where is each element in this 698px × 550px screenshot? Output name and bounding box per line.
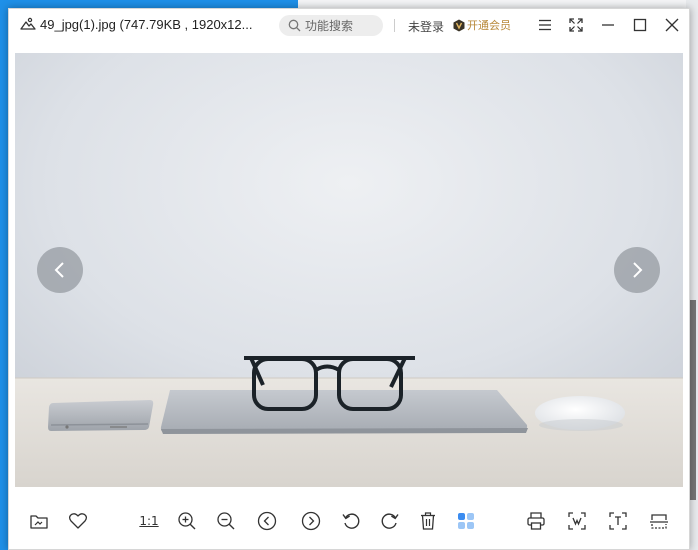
scan-button[interactable] <box>647 509 671 533</box>
actual-size-button[interactable]: 1:1 <box>137 509 161 533</box>
print-button[interactable] <box>524 509 548 533</box>
minimize-button[interactable] <box>597 15 619 35</box>
title-divider <box>394 19 395 32</box>
previous-button[interactable] <box>255 509 279 533</box>
ocr-button[interactable] <box>606 509 630 533</box>
fullscreen-button[interactable] <box>565 15 587 35</box>
crop-button[interactable] <box>565 509 589 533</box>
delete-icon <box>421 512 435 530</box>
crop-icon <box>568 512 586 530</box>
favorite-button[interactable] <box>66 509 90 533</box>
rotate-left-icon <box>342 513 360 529</box>
menu-button[interactable] <box>534 15 556 35</box>
rotate-left-button[interactable] <box>339 509 363 533</box>
prev-arrow-icon <box>54 262 64 278</box>
window-title: 49_jpg(1).jpg (747.79KB , 1920x12... <box>40 17 253 32</box>
scan-icon <box>650 514 668 529</box>
login-link[interactable]: 未登录 <box>408 18 444 35</box>
menu-icon <box>539 19 551 31</box>
vip-link[interactable]: 开通会员 <box>453 17 511 33</box>
photo-glasses-laptop <box>15 53 683 487</box>
album-icon <box>20 17 36 30</box>
next-image-icon <box>301 511 321 531</box>
print-icon <box>527 512 545 530</box>
zoom-out-button[interactable] <box>214 509 238 533</box>
rotate-right-icon <box>381 513 399 529</box>
next-arrow-icon <box>633 262 643 278</box>
delete-button[interactable] <box>416 509 440 533</box>
zoom-in-button[interactable] <box>175 509 199 533</box>
image-viewer-window: 49_jpg(1).jpg (747.79KB , 1920x12... 功能搜… <box>8 8 690 550</box>
search-placeholder: 功能搜索 <box>305 19 354 33</box>
thumbnails-icon <box>458 513 474 529</box>
vip-badge-icon <box>453 19 465 31</box>
open-folder-icon <box>30 515 48 529</box>
minimize-icon <box>602 24 614 26</box>
thumbnails-button[interactable] <box>454 509 478 533</box>
rotate-right-button[interactable] <box>378 509 402 533</box>
prev-image-icon <box>257 511 277 531</box>
heart-icon <box>68 513 88 529</box>
image-stage[interactable] <box>15 53 683 487</box>
close-icon <box>665 18 679 32</box>
open-folder-button[interactable] <box>27 509 51 533</box>
fullscreen-icon <box>569 18 583 32</box>
ocr-icon <box>609 512 627 530</box>
next-image-button[interactable] <box>614 247 660 293</box>
next-button[interactable] <box>299 509 323 533</box>
maximize-icon <box>633 18 647 32</box>
search-icon <box>288 19 301 32</box>
actual-size-label: 1:1 <box>139 514 159 528</box>
zoom-out-icon <box>217 512 235 530</box>
title-bar: 49_jpg(1).jpg (747.79KB , 1920x12... 功能搜… <box>9 9 689 41</box>
maximize-button[interactable] <box>629 15 651 35</box>
bottom-toolbar: 1:1 <box>9 495 689 545</box>
vip-label: 开通会员 <box>467 20 511 32</box>
function-search-input[interactable]: 功能搜索 <box>279 15 383 36</box>
close-button[interactable] <box>661 15 683 35</box>
zoom-in-icon <box>178 512 196 530</box>
previous-image-button[interactable] <box>37 247 83 293</box>
